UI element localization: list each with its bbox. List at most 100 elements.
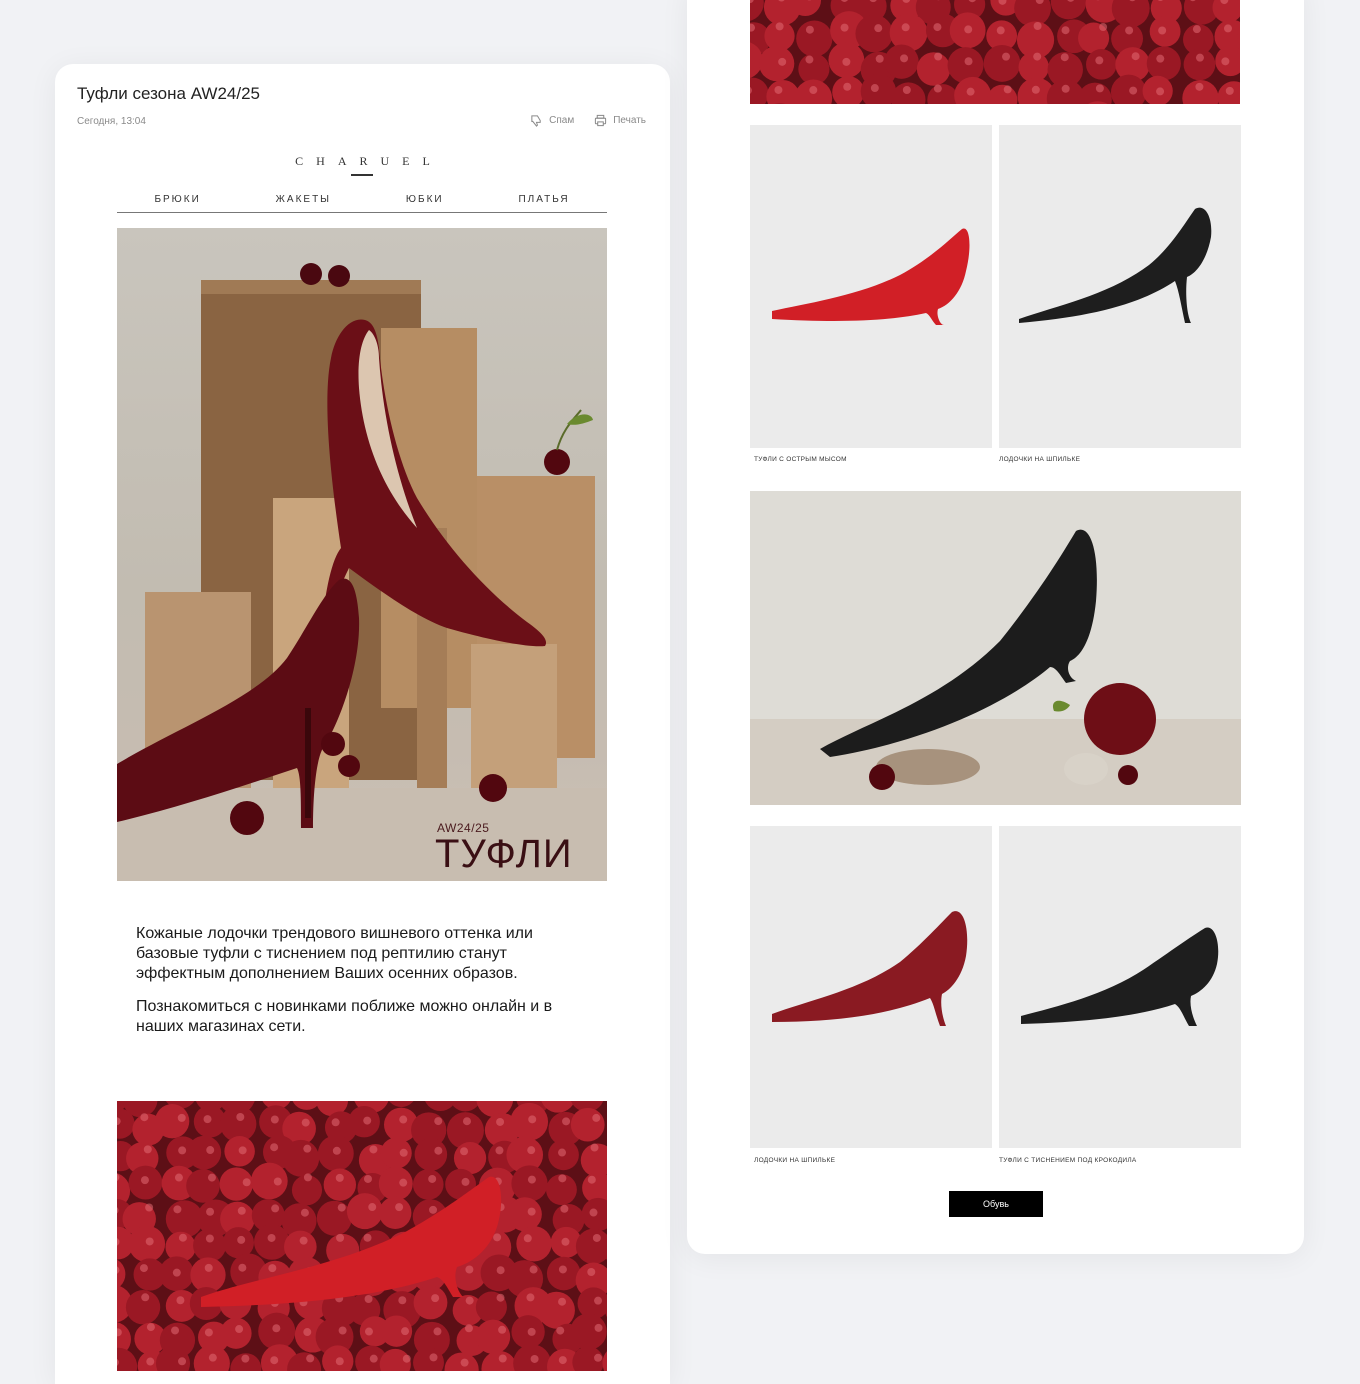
plum-highlight — [205, 1328, 213, 1336]
product-image-1 — [750, 125, 992, 448]
print-button[interactable]: Печать — [594, 114, 646, 127]
plum-highlight — [208, 1174, 216, 1182]
plum-highlight — [145, 1204, 153, 1212]
plum — [414, 1286, 448, 1320]
plum-highlight — [332, 1118, 340, 1126]
plum-highlight — [556, 1327, 564, 1335]
product-card-4[interactable] — [999, 826, 1241, 1148]
plum-highlight — [140, 1113, 148, 1121]
plum-highlight — [493, 1233, 501, 1241]
hero-banner[interactable]: AW24/25 ТУФЛИ — [117, 228, 607, 881]
plum — [413, 1169, 444, 1200]
product-label-1[interactable]: ТУФЛИ С ОСТРЫМ МЫСОМ — [754, 456, 847, 463]
shoes-cta-button[interactable]: Обувь — [949, 1191, 1043, 1217]
plum-highlight — [876, 55, 884, 63]
plum-highlight — [460, 1147, 468, 1155]
plum-highlight — [1156, 55, 1164, 63]
plum-highlight — [336, 1357, 344, 1365]
plum-highlight — [395, 1203, 403, 1211]
plum-highlight — [558, 1174, 566, 1182]
plum-highlight — [178, 1114, 186, 1122]
nav-item-dresses[interactable]: ПЛАТЬЯ — [518, 192, 569, 212]
plum-highlight — [1062, 26, 1070, 34]
plum-highlight — [934, 85, 942, 93]
plum-highlight — [498, 1326, 506, 1334]
spam-button[interactable]: Спам — [530, 114, 574, 127]
plum-highlight — [238, 1264, 246, 1272]
plum-highlight — [428, 1175, 436, 1183]
product-image-3 — [750, 826, 992, 1148]
plum-highlight — [466, 1297, 474, 1305]
plum-highlight — [809, 86, 817, 94]
nav-item-trousers[interactable]: БРЮКИ — [154, 192, 200, 212]
plum-highlight — [594, 1297, 602, 1305]
plum-highlight — [528, 1328, 536, 1336]
plum-highlight — [589, 1209, 597, 1217]
plum-highlight — [1193, 25, 1201, 33]
plum-highlight — [841, 24, 849, 32]
plum-highlight — [1033, 53, 1041, 61]
plum-highlight — [934, 52, 942, 60]
plum-highlight — [147, 1323, 155, 1331]
product-label-2[interactable]: ЛОДОЧКИ НА ШПИЛЬКЕ — [999, 456, 1080, 463]
plum-highlight — [206, 1235, 214, 1243]
plum-highlight — [1095, 56, 1103, 64]
crocodile-banner[interactable] — [750, 491, 1241, 805]
plum-highlight — [461, 1178, 469, 1186]
plum — [481, 1351, 517, 1371]
plum-highlight — [336, 1234, 344, 1242]
plum-highlight — [271, 1115, 279, 1123]
product-card-2[interactable] — [999, 125, 1241, 448]
plum — [324, 1169, 356, 1201]
product-label-3[interactable]: ЛОДОЧКИ НА ШПИЛЬКЕ — [754, 1157, 835, 1164]
product-label-4[interactable]: ТУФЛИ С ТИСНЕНИЕМ ПОД КРОКОДИЛА — [999, 1157, 1137, 1164]
plums-banner[interactable] — [117, 1101, 607, 1371]
plum-highlight — [1004, 85, 1012, 93]
plum-highlight — [339, 1326, 347, 1334]
plum — [449, 1101, 481, 1111]
crocodile-banner-image — [750, 491, 1241, 805]
plum-highlight — [1156, 87, 1164, 95]
plum-highlight — [776, 22, 784, 30]
plum-highlight — [1226, 87, 1234, 95]
plum — [796, 20, 832, 56]
plums-banner-top[interactable] — [750, 0, 1240, 104]
plum — [386, 1101, 416, 1107]
thumbs-down-icon — [530, 114, 543, 127]
plum-highlight — [965, 57, 973, 65]
product-card-3[interactable] — [750, 826, 992, 1148]
plum-highlight — [173, 1205, 181, 1213]
plum-highlight — [1034, 22, 1042, 30]
category-nav: БРЮКИ ЖАКЕТЫ ЮБКИ ПЛАТЬЯ — [117, 192, 607, 213]
plum-highlight — [243, 1178, 251, 1186]
plum — [571, 1108, 605, 1142]
plum-highlight — [465, 1324, 473, 1332]
body-paragraph-2: Познакомиться с новинками поближе можно … — [136, 997, 556, 1037]
plum-highlight — [496, 1118, 504, 1126]
plum-highlight — [592, 1114, 600, 1122]
email-card-left: Туфли сезона AW24/25 Сегодня, 13:04 Спам… — [55, 64, 670, 1384]
brand-logo[interactable]: CHARUEL — [55, 154, 670, 169]
plums-image-top — [750, 0, 1240, 104]
email-body-text: Кожаные лодочки трендового вишневого отт… — [136, 924, 556, 1037]
plum — [538, 1292, 575, 1329]
plum-highlight — [434, 1117, 442, 1125]
plum — [1184, 49, 1216, 81]
plum-highlight — [204, 1115, 212, 1123]
plum-highlight — [237, 1236, 245, 1244]
body-paragraph-1: Кожаные лодочки трендового вишневого отт… — [136, 924, 556, 984]
plum — [547, 1257, 581, 1291]
nav-item-jackets[interactable]: ЖАКЕТЫ — [276, 192, 331, 212]
plum — [415, 1138, 448, 1171]
mail-subject: Туфли сезона AW24/25 — [77, 84, 260, 104]
plum-highlight — [268, 1264, 276, 1272]
plum-highlight — [463, 1117, 471, 1125]
plum-highlight — [1061, 53, 1069, 61]
plum-highlight — [997, 26, 1005, 34]
plum-highlight — [1032, 86, 1040, 94]
email-card-right: ТУФЛИ С ОСТРЫМ МЫСОМ ЛОДОЧКИ НА ШПИЛЬКЕ … — [687, 0, 1304, 1254]
product-card-1[interactable] — [750, 125, 992, 448]
nav-item-skirts[interactable]: ЮБКИ — [406, 192, 444, 212]
plum-highlight — [144, 1145, 152, 1153]
plum-highlight — [368, 1203, 376, 1211]
